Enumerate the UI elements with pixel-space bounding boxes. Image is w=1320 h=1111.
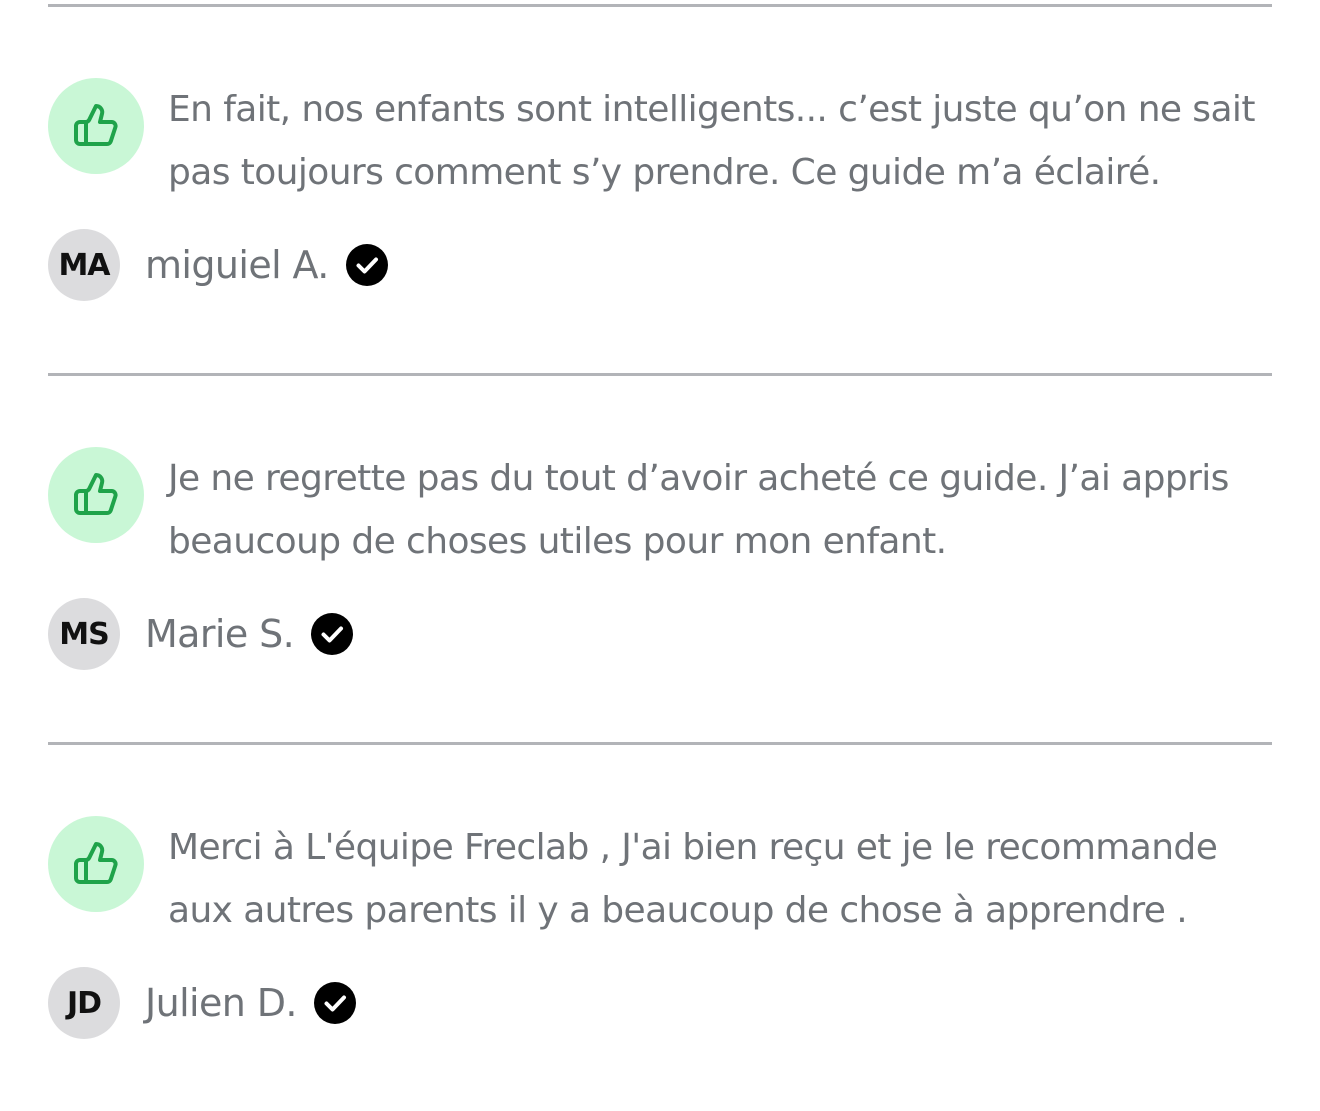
divider <box>48 742 1272 745</box>
divider <box>48 4 1272 7</box>
review-text: En fait, nos enfants sont intelligents..… <box>168 89 1255 193</box>
review-text: Merci à L'équipe Freclab , J'ai bien reç… <box>168 827 1218 931</box>
avatar: MS <box>48 598 120 670</box>
thumbs-up-badge <box>48 78 144 174</box>
thumbs-up-badge <box>48 447 144 543</box>
avatar: JD <box>48 967 120 1039</box>
divider <box>48 373 1272 376</box>
avatar: MA <box>48 229 120 301</box>
author-name: Marie S. <box>145 612 295 656</box>
review-card: Je ne regrette pas du tout d’avoir achet… <box>0 373 1320 742</box>
review-text: Je ne regrette pas du tout d’avoir achet… <box>168 458 1229 562</box>
verified-check-icon <box>345 243 389 287</box>
author-name: Julien D. <box>145 981 297 1025</box>
verified-check-icon <box>313 981 357 1025</box>
review-card: En fait, nos enfants sont intelligents..… <box>0 4 1320 373</box>
thumbs-up-icon <box>74 103 118 146</box>
thumbs-up-badge <box>48 816 144 912</box>
author-name: miguiel A. <box>145 243 329 287</box>
review-card: Merci à L'équipe Freclab , J'ai bien reç… <box>0 742 1320 1111</box>
review-author: MA miguiel A. <box>48 229 389 301</box>
thumbs-up-icon <box>74 472 118 515</box>
thumbs-up-icon <box>74 841 118 884</box>
review-author: JD Julien D. <box>48 967 357 1039</box>
verified-check-icon <box>310 612 354 656</box>
review-author: MS Marie S. <box>48 598 354 670</box>
